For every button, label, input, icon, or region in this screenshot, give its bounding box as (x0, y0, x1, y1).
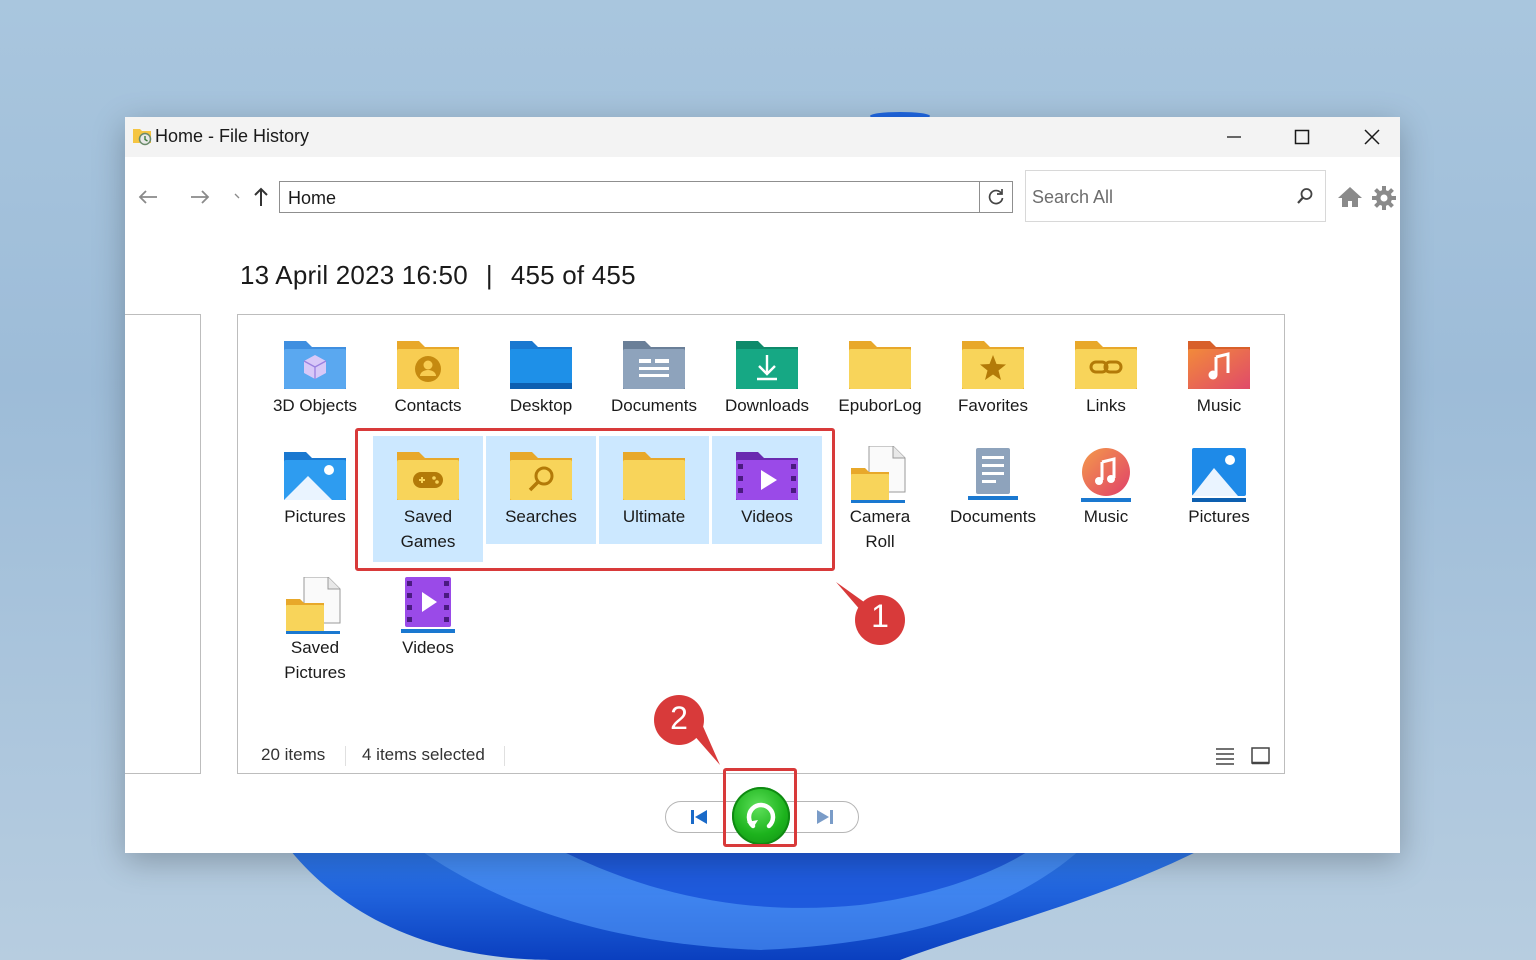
grid-item[interactable]: Camera Roll (825, 446, 935, 554)
3d-objects-folder-icon (284, 341, 346, 389)
item-label: Pictures (1188, 507, 1250, 526)
grid-item[interactable]: Contacts (373, 335, 483, 418)
close-icon (1364, 129, 1380, 145)
backup-count: 455 of 455 (510, 260, 636, 290)
documents-folder-icon (623, 341, 685, 389)
file-history-window: Home - File History Home Search All 13 A… (125, 117, 1400, 853)
grid-item[interactable]: Documents (938, 446, 1048, 529)
item-label: Downloads (724, 396, 810, 415)
selection-count: 4 items selected (362, 745, 485, 764)
grid-item[interactable]: Links (1051, 335, 1161, 418)
contacts-folder-icon (397, 341, 459, 389)
next-version-button[interactable] (814, 808, 836, 831)
address-bar[interactable]: Home (279, 181, 1012, 213)
grid-item[interactable]: Saved Pictures (260, 577, 370, 685)
highlight-selected-items (355, 428, 835, 571)
arrow-left-icon (138, 190, 157, 204)
grid-item[interactable]: Videos (373, 577, 483, 660)
step-2-number: 2 (670, 700, 688, 736)
item-label: Favorites (958, 396, 1028, 415)
grid-item[interactable]: Desktop (486, 335, 596, 418)
item-label: Saved Pictures (284, 638, 346, 682)
up-button[interactable] (246, 182, 276, 212)
grid-item[interactable]: Pictures (260, 446, 370, 529)
favorites-folder-icon (962, 341, 1024, 389)
item-label: Music (1083, 507, 1129, 526)
grid-item[interactable]: Music (1051, 446, 1161, 529)
forward-button[interactable] (185, 182, 215, 212)
maximize-icon (1294, 129, 1310, 145)
item-label: EpuborLog (838, 396, 922, 415)
title-bar: Home - File History (125, 117, 1400, 157)
large-icons-view-icon[interactable] (1250, 746, 1272, 771)
item-label: Contacts (394, 396, 462, 415)
navigation-toolbar: Home (125, 157, 1400, 237)
window-title: Home - File History (155, 126, 310, 146)
downloads-folder-icon (736, 341, 798, 389)
grid-item[interactable]: Documents (599, 335, 709, 418)
search-icon[interactable] (1295, 186, 1315, 211)
item-count: 20 items (261, 745, 326, 764)
file-history-icon (131, 125, 153, 152)
arrow-right-icon (191, 190, 210, 204)
grid-item[interactable]: EpuborLog (825, 335, 935, 418)
grid-item[interactable]: Downloads (712, 335, 822, 418)
minimize-button[interactable] (1200, 117, 1268, 157)
desktop-folder-icon (510, 341, 572, 389)
links-folder-icon (1075, 341, 1137, 389)
grid-item[interactable]: Music (1164, 335, 1274, 418)
refresh-icon (988, 189, 1004, 205)
item-label: Camera Roll (849, 507, 911, 551)
back-button[interactable] (133, 182, 163, 212)
refresh-button[interactable] (979, 181, 1013, 213)
skip-previous-icon (691, 810, 707, 824)
status-divider (345, 746, 346, 766)
highlight-restore-button (723, 768, 797, 847)
info-separator: | (485, 260, 493, 290)
previous-version-pane[interactable] (125, 314, 201, 774)
item-label: Pictures (284, 507, 346, 526)
status-divider (504, 746, 505, 766)
item-label: Documents (950, 507, 1036, 526)
grid-item[interactable]: Favorites (938, 335, 1048, 418)
close-button[interactable] (1338, 117, 1406, 157)
music-library-icon (1081, 448, 1131, 502)
documents-library-icon (968, 448, 1018, 500)
backup-datetime: 13 April 2023 16:50 (240, 260, 468, 290)
previous-version-button[interactable] (688, 808, 710, 831)
item-label: Links (1086, 396, 1126, 415)
details-view-icon[interactable] (1214, 746, 1236, 771)
step-1-number: 1 (871, 598, 889, 634)
pictures-folder-icon (284, 452, 346, 500)
item-label: Documents (611, 396, 697, 415)
chevron-down-small-icon (234, 193, 240, 199)
backup-info: 13 April 2023 16:50 | 455 of 455 (240, 260, 636, 291)
camera-roll-folder-icon (851, 446, 906, 503)
item-label: 3D Objects (272, 396, 358, 415)
search-input[interactable] (1030, 183, 1284, 211)
item-label: Videos (402, 638, 454, 657)
grid-item[interactable]: Pictures (1164, 446, 1274, 529)
item-label: Music (1196, 396, 1242, 415)
grid-item[interactable]: 3D Objects (260, 335, 370, 418)
skip-next-icon (817, 810, 833, 824)
pictures-library-icon (1192, 448, 1246, 502)
folder-icon (849, 341, 911, 389)
gear-icon[interactable] (1371, 185, 1397, 216)
item-label: Desktop (509, 396, 573, 415)
videos-library-icon (401, 577, 455, 633)
music-folder-icon (1188, 341, 1250, 389)
maximize-button[interactable] (1268, 117, 1336, 157)
arrow-up-icon (254, 187, 268, 206)
recent-locations-button[interactable] (231, 182, 245, 212)
minimize-icon (1227, 136, 1241, 138)
saved-pictures-folder-icon (286, 577, 341, 634)
home-icon[interactable] (1337, 185, 1363, 214)
address-text: Home (288, 188, 337, 208)
search-box[interactable] (1025, 170, 1326, 222)
